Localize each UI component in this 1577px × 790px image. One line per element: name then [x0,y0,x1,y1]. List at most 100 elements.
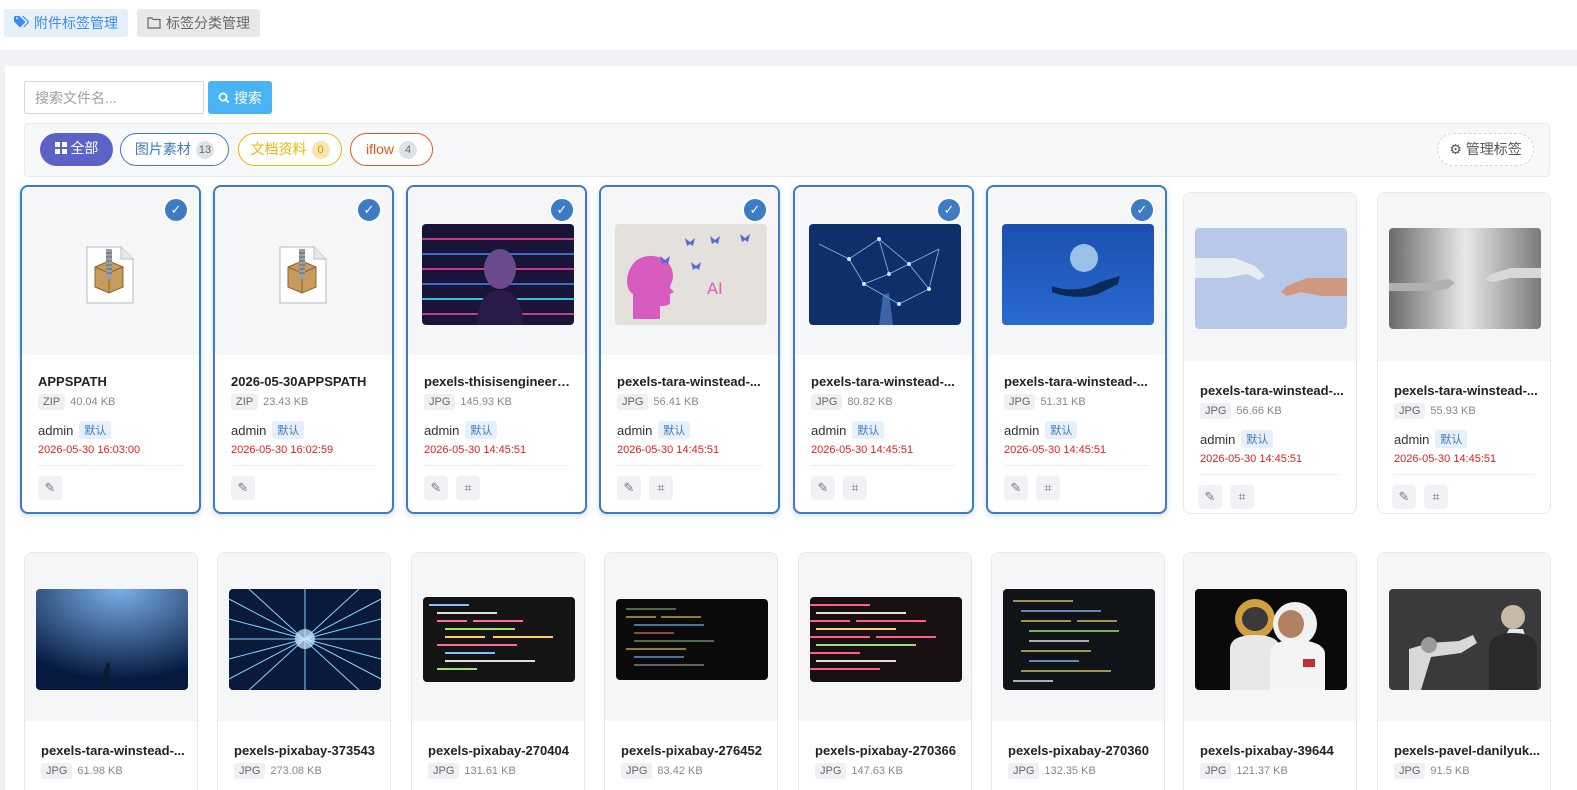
file-name: pexels-pixabay-39644 [1200,743,1334,758]
edit-icon[interactable]: ✎ [231,476,255,500]
crop-icon[interactable]: ⌗ [843,476,867,500]
file-meta: JPG 55.93 KB [1394,403,1476,419]
file-tag: 默认 [658,421,691,439]
search-input[interactable] [24,81,204,114]
code-screen-dark-image [616,599,768,680]
filter-images[interactable]: 图片素材 13 [120,133,229,166]
file-card[interactable]: pexels-pixabay-270366 JPG 147.63 KB [798,552,972,790]
file-owner-row: admin 默认 [1004,421,1078,439]
top-tab-bar: 附件标签管理 标签分类管理 [0,0,1577,50]
file-size: 80.82 KB [847,396,893,408]
file-card[interactable]: pexels-tara-winstead-... JPG 55.93 KB adm… [1377,192,1551,514]
file-tag: 默认 [79,421,112,439]
file-thumbnail [605,553,777,721]
search-button[interactable]: 搜索 [208,81,272,114]
edit-icon[interactable]: ✎ [1198,485,1222,509]
file-date: 2026-05-30 16:03:00 [38,444,141,456]
file-meta: JPG 91.5 KB [1394,763,1470,779]
file-ext-badge: JPG [621,763,653,779]
file-card[interactable]: pexels-pavel-danilyuk... JPG 91.5 KB [1377,552,1551,790]
file-name: pexels-tara-winstead-... [1200,383,1344,398]
selected-check-icon[interactable]: ✓ [163,197,189,223]
file-meta: JPG 56.66 KB [1200,403,1282,419]
crop-icon[interactable]: ⌗ [1424,485,1448,509]
file-card[interactable]: ✓ pexels-thisisengineeri... JPG 145.93 KB… [406,185,587,514]
file-card[interactable]: ✓ 2026-05-30APPSPATH ZIP 23.43 KB admin 默认… [213,185,394,514]
selected-check-icon[interactable]: ✓ [742,197,768,223]
selected-check-icon[interactable]: ✓ [1129,197,1155,223]
file-ext-badge: JPG [617,394,649,410]
file-meta: JPG 273.08 KB [234,763,322,779]
edit-icon[interactable]: ✎ [1392,485,1416,509]
divider [38,465,183,466]
file-owner: admin [1200,432,1236,447]
manage-tags-button[interactable]: ⚙ 管理标签 [1437,133,1534,166]
file-date: 2026-05-30 14:45:51 [424,444,527,456]
file-size: 61.98 KB [77,765,123,777]
file-name: pexels-pavel-danilyuk... [1394,743,1540,758]
file-card[interactable]: pexels-pixabay-270404 JPG 131.61 KB [411,552,585,790]
file-card[interactable]: pexels-pixabay-276452 JPG 83.42 KB [604,552,778,790]
file-card[interactable]: pexels-tara-winstead-... JPG 61.98 KB [24,552,198,790]
file-tag: 默认 [272,421,305,439]
file-owner-row: admin 默认 [38,421,112,439]
crop-icon[interactable]: ⌗ [1230,485,1254,509]
filter-label: 图片素材 [134,141,191,157]
selected-check-icon[interactable]: ✓ [356,197,382,223]
crop-icon[interactable]: ⌗ [1036,476,1060,500]
underwater-hand-image [36,589,188,690]
man-robot-arm-image [1389,589,1541,690]
file-card[interactable]: pexels-pixabay-373543 JPG 273.08 KB [217,552,391,790]
edit-icon[interactable]: ✎ [424,476,448,500]
edit-icon[interactable]: ✎ [811,476,835,500]
file-meta: JPG 51.31 KB [1004,394,1086,410]
file-owner-row: admin 默认 [231,421,305,439]
file-card[interactable]: AI ✓ pexels-tara-winstead-... JPG 56.41 K… [599,185,780,514]
selected-check-icon[interactable]: ✓ [936,197,962,223]
hand-holding-sphere-image [1002,224,1154,325]
file-thumbnail [25,553,197,721]
file-thumbnail [1378,193,1550,361]
file-owner: admin [617,423,653,438]
filter-documents[interactable]: 文档资料 0 [238,133,342,166]
code-screen-image [423,597,575,682]
tab-label: 附件标签管理 [34,15,118,31]
edit-icon[interactable]: ✎ [38,476,62,500]
file-name: pexels-thisisengineeri... [424,374,570,389]
tab-attachment-tags[interactable]: 附件标签管理 [4,9,128,37]
file-thumbnail [1184,193,1356,361]
crop-icon[interactable]: ⌗ [456,476,480,500]
file-card[interactable]: ✓ pexels-tara-winstead-... JPG 80.82 KB a… [793,185,974,514]
tags-icon [14,10,30,38]
file-size: 55.93 KB [1430,405,1476,417]
tab-tag-categories[interactable]: 标签分类管理 [137,9,260,37]
file-meta: ZIP 40.04 KB [38,394,115,410]
file-ext-badge: JPG [1394,403,1426,419]
file-card[interactable]: pexels-tara-winstead-... JPG 56.66 KB adm… [1183,192,1357,514]
file-ext-badge: JPG [811,394,843,410]
selected-check-icon[interactable]: ✓ [549,197,575,223]
file-thumbnail [218,553,390,721]
file-card[interactable]: pexels-pixabay-270360 JPG 132.35 KB [991,552,1165,790]
edit-icon[interactable]: ✎ [1004,476,1028,500]
blue-network-hand-image [809,224,961,325]
file-name: pexels-pixabay-276452 [621,743,762,758]
file-name: pexels-pixabay-270366 [815,743,956,758]
file-size: 273.08 KB [270,765,322,777]
file-meta: JPG 83.42 KB [621,763,703,779]
file-card[interactable]: pexels-pixabay-39644 JPG 121.37 KB [1183,552,1357,790]
file-card[interactable]: ✓ pexels-tara-winstead-... JPG 51.31 KB a… [986,185,1167,514]
crop-icon[interactable]: ⌗ [649,476,673,500]
file-name: pexels-tara-winstead-... [1004,374,1148,389]
file-date: 2026-05-30 14:45:51 [811,444,914,456]
filter-iflow[interactable]: iflow 4 [350,133,433,166]
code-screen-red-image [810,597,962,682]
file-card[interactable]: ✓ APPSPATH ZIP 40.04 KB admin 默认 2026-05-3… [20,185,201,514]
file-ext-badge: JPG [1200,763,1232,779]
file-size: 40.04 KB [70,396,116,408]
file-size: 131.61 KB [464,765,516,777]
edit-icon[interactable]: ✎ [617,476,641,500]
file-thumbnail [412,553,584,721]
filter-all[interactable]: 全部 [40,133,113,166]
file-meta: JPG 132.35 KB [1008,763,1096,779]
